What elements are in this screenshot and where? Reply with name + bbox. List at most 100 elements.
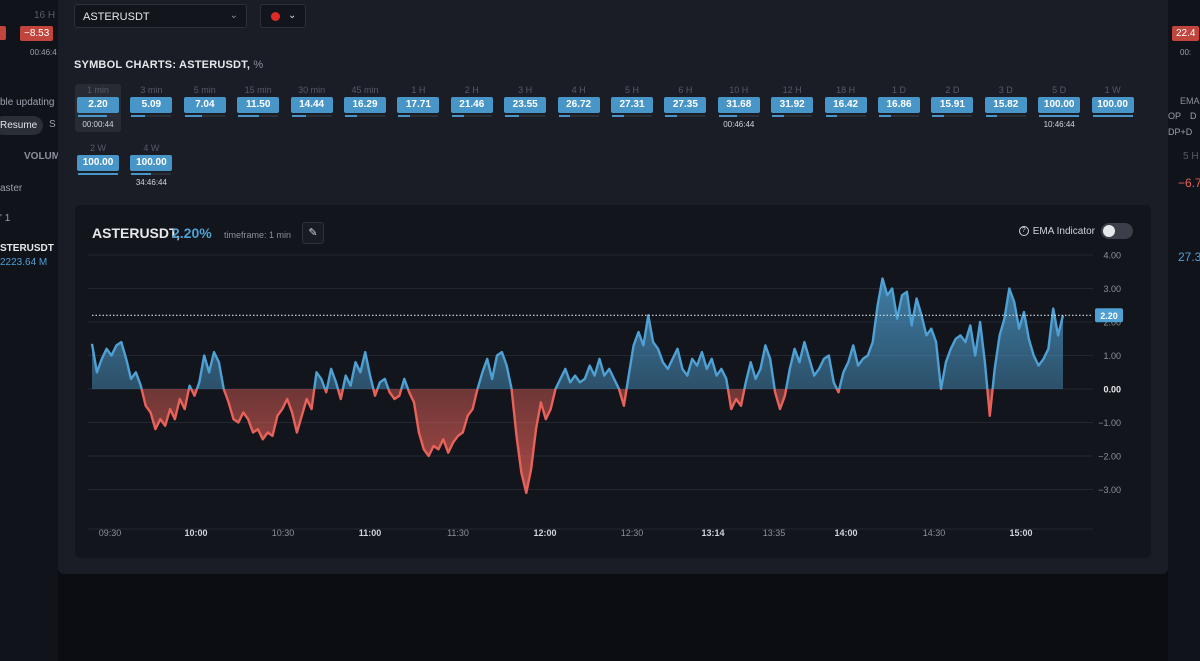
timeframe-countdown: 34:46:44 xyxy=(135,178,167,187)
timeframe-label: 1 H xyxy=(411,85,426,95)
timeframe-cell[interactable]: 3 H 23.55 xyxy=(502,84,548,117)
x-tick-label: 14:30 xyxy=(923,528,946,538)
background-right-panel: 22.4 00: EMA OP D DP+D 5 H −6.7 27.3 xyxy=(1168,0,1200,661)
timeframe-cell[interactable]: 45 min 16.29 xyxy=(342,84,388,117)
timeframe-label: 2 W xyxy=(89,143,106,153)
price-change-chart[interactable]: 4.003.002.001.000.00−1.00−2.00−3.002.200… xyxy=(75,205,1151,558)
timeframe-value: 15.91 xyxy=(931,97,974,113)
timeframe-value: 21.46 xyxy=(450,97,493,113)
x-tick-label: 13:14 xyxy=(701,528,724,538)
bg-row-label: ' 1 xyxy=(0,213,11,224)
timeframe-label: 6 H xyxy=(678,85,693,95)
bg-change-badge-edge xyxy=(0,26,6,40)
timeframe-value: 2.20 xyxy=(77,97,119,113)
timeframe-countdown: 00:46:44 xyxy=(723,120,755,129)
timeframe-cell[interactable]: 1 W 100.00 xyxy=(1090,84,1136,117)
timeframe-label: 45 min xyxy=(351,85,379,95)
timeframe-progress xyxy=(451,115,492,117)
x-tick-label: 14:00 xyxy=(834,528,857,538)
timeframe-label: 1 W xyxy=(1104,85,1121,95)
timeframe-value: 31.92 xyxy=(771,97,814,113)
timeframe-cell[interactable]: 1 H 17.71 xyxy=(395,84,441,117)
timeframe-progress xyxy=(184,115,225,117)
timeframe-label: 15 min xyxy=(244,85,272,95)
current-value-label: 2.20 xyxy=(1100,311,1118,321)
timeframe-value: 31.68 xyxy=(717,97,760,113)
x-tick-label: 11:30 xyxy=(447,528,469,538)
y-tick-label: −1.00 xyxy=(1098,418,1121,428)
timeframe-cell[interactable]: 18 H 16.42 xyxy=(823,84,869,117)
resume-button[interactable]: Resume xyxy=(0,116,44,135)
timeframe-progress xyxy=(772,115,813,117)
x-tick-label: 11:00 xyxy=(359,528,382,538)
timeframe-label: 2 H xyxy=(464,85,479,95)
bg-s-label: S xyxy=(49,119,56,130)
timeframe-progress xyxy=(78,173,118,175)
timeframe-cell[interactable]: 1 min 2.20 00:00:44 xyxy=(75,84,121,132)
timeframe-cell[interactable]: 30 min 14.44 xyxy=(289,84,335,117)
timeframe-cell[interactable]: 2 W 100.00 xyxy=(75,142,121,175)
bg-right-pos: 27.3 xyxy=(1178,250,1200,264)
timeframe-cell[interactable]: 3 D 15.82 xyxy=(983,84,1029,117)
timeframe-progress xyxy=(345,115,385,117)
timeframe-value: 27.35 xyxy=(664,97,707,113)
timeframe-cell[interactable]: 6 H 27.35 xyxy=(662,84,708,117)
timeframe-cell[interactable]: 5 H 27.31 xyxy=(609,84,655,117)
timeframe-cell[interactable]: 12 H 31.92 xyxy=(769,84,815,117)
timeframe-cell[interactable]: 2 D 15.91 xyxy=(929,84,975,117)
chevron-down-icon: ⌄ xyxy=(229,10,238,21)
bg-d-label: D xyxy=(1190,111,1197,121)
bg-countdown: 00:46:4 xyxy=(30,48,57,57)
timeframe-value: 100.00 xyxy=(130,155,173,171)
timeframe-progress xyxy=(1092,115,1133,117)
bg-op-label: OP xyxy=(1168,111,1182,121)
color-select[interactable]: ⌄ xyxy=(260,4,306,28)
timeframe-cell[interactable]: 4 H 26.72 xyxy=(556,84,602,117)
timeframe-value: 5.09 xyxy=(130,97,173,113)
timeframe-cell[interactable]: 15 min 11.50 xyxy=(235,84,281,117)
timeframe-progress xyxy=(612,115,652,117)
timeframe-cell[interactable]: 3 min 5.09 xyxy=(128,84,174,117)
bg-tf-label: 16 H xyxy=(34,10,56,21)
timeframe-progress xyxy=(879,115,919,117)
symbol-charts-modal: ASTERUSDT ⌄ ⌄ SYMBOL CHARTS: ASTERUSDT, … xyxy=(58,0,1168,574)
timeframe-cell[interactable]: 4 W 100.00 34:46:44 xyxy=(128,142,174,187)
timeframe-progress xyxy=(78,115,118,117)
timeframe-progress xyxy=(291,115,332,117)
timeframe-label: 3 min xyxy=(140,85,163,95)
timeframe-label: 12 H xyxy=(782,85,802,95)
bg-master-label: aster xyxy=(0,183,23,194)
timeframe-cell[interactable]: 5 min 7.04 xyxy=(182,84,228,117)
timeframe-label: 5 H xyxy=(624,85,639,95)
timeframe-countdown: 10:46:44 xyxy=(1043,120,1075,129)
bg-symbol[interactable]: STERUSDT xyxy=(0,243,54,254)
bg-right-neg: −6.7 xyxy=(1178,176,1200,190)
bg-right-badge: 22.4 xyxy=(1172,26,1200,41)
x-tick-label: 10:30 xyxy=(272,528,295,538)
timeframe-progress xyxy=(131,115,172,117)
timeframe-label: 2 D xyxy=(945,85,960,95)
timeframe-label: 1 min xyxy=(86,85,109,95)
timeframe-cell[interactable]: 10 H 31.68 00:46:44 xyxy=(716,84,762,129)
y-tick-label: 1.00 xyxy=(1103,351,1121,361)
x-tick-label: 13:35 xyxy=(763,528,786,538)
timeframe-cell[interactable]: 2 H 21.46 xyxy=(449,84,495,117)
auto-update-label: ble updating xyxy=(0,97,55,108)
volume-column-header: VOLUM xyxy=(24,151,58,162)
timeframe-label: 4 H xyxy=(571,85,586,95)
background-left-panel: 16 H −8.53 00:46:4 ble updating Resume S… xyxy=(0,0,58,661)
positive-area xyxy=(92,278,1063,389)
timeframe-value: 100.00 xyxy=(77,155,119,171)
timeframe-cell[interactable]: 5 D 100.00 10:46:44 xyxy=(1036,84,1082,129)
timeframe-value: 14.44 xyxy=(290,97,333,113)
timeframe-cell[interactable]: 1 D 16.86 xyxy=(876,84,922,117)
symbol-select-value: ASTERUSDT xyxy=(83,11,150,23)
symbol-select[interactable]: ASTERUSDT ⌄ xyxy=(74,4,247,28)
timeframe-label: 3 D xyxy=(998,85,1013,95)
x-tick-label: 09:30 xyxy=(99,528,122,538)
timeframe-progress xyxy=(932,115,973,117)
timeframe-label: 3 H xyxy=(518,85,533,95)
x-tick-label: 15:00 xyxy=(1009,528,1032,538)
timeframe-progress xyxy=(665,115,706,117)
timeframe-value: 17.71 xyxy=(397,97,440,113)
